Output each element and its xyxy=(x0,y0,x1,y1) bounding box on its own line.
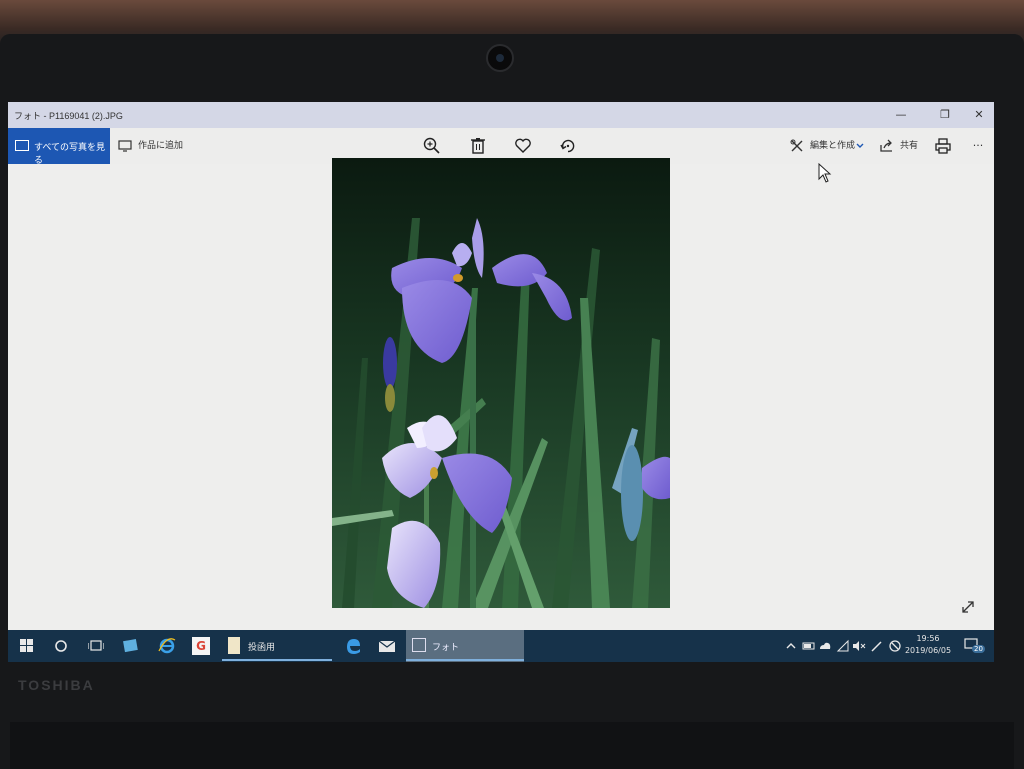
edit-create-label: 編集と作成 xyxy=(810,141,856,151)
share-icon xyxy=(880,139,892,152)
share-button[interactable]: 共有 xyxy=(880,128,924,164)
notification-center-button[interactable]: 20 xyxy=(964,637,985,655)
photos-icon xyxy=(412,638,426,652)
task-view-icon[interactable] xyxy=(88,639,104,662)
taskbar-app-doc-label: 投函用 xyxy=(248,643,276,653)
app-icon-tablet[interactable] xyxy=(122,638,140,662)
zoom-in-icon[interactable] xyxy=(422,136,442,156)
add-to-creation-label: 作品に追加 xyxy=(138,141,184,151)
screen: フォト - P1169041 (2).JPG — ❐ ✕ すべての写真を見る 作… xyxy=(8,102,994,662)
rotate-icon[interactable] xyxy=(558,136,578,156)
active-indicator xyxy=(406,659,524,661)
chevron-down-icon xyxy=(856,143,864,148)
wifi-icon[interactable] xyxy=(836,639,850,653)
pen-icon[interactable] xyxy=(870,639,884,653)
maximize-button[interactable]: ❐ xyxy=(930,105,960,125)
fullscreen-icon[interactable] xyxy=(960,599,976,615)
edit-create-icon xyxy=(790,139,803,152)
all-photos-button[interactable]: すべての写真を見る xyxy=(8,128,110,166)
delete-icon[interactable] xyxy=(468,136,488,156)
heart-icon[interactable] xyxy=(513,136,533,156)
brand-logo: TOSHIBA xyxy=(18,677,95,693)
volume-muted-icon[interactable] xyxy=(852,639,866,653)
taskbar: G 投函用 フォト 19:56 2019/06/05 20 xyxy=(8,630,994,662)
photo-icon xyxy=(15,140,29,151)
onedrive-icon[interactable] xyxy=(818,639,832,653)
add-to-creation-icon xyxy=(118,140,132,152)
print-icon[interactable] xyxy=(933,136,953,156)
taskbar-app-photos[interactable]: フォト xyxy=(406,630,524,662)
webcam-icon xyxy=(486,44,514,72)
add-to-creation-button[interactable]: 作品に追加 xyxy=(118,128,208,164)
more-button[interactable]: ··· xyxy=(968,128,988,164)
mail-icon[interactable] xyxy=(378,638,396,662)
edit-create-button[interactable]: 編集と作成 xyxy=(790,128,870,164)
running-indicator xyxy=(222,659,332,661)
title-bar: フォト - P1169041 (2).JPG — ❐ ✕ xyxy=(8,102,994,128)
clock-date: 2019/06/05 xyxy=(904,646,952,655)
taskbar-app-doc[interactable]: 投函用 xyxy=(222,630,332,662)
photo-iris xyxy=(332,158,670,608)
google-chrome-icon[interactable]: G xyxy=(192,637,210,655)
notification-count-badge: 20 xyxy=(972,645,985,653)
minimize-button[interactable]: — xyxy=(886,105,916,125)
search-icon[interactable] xyxy=(54,639,68,662)
edge-icon[interactable] xyxy=(344,637,362,662)
mouse-cursor-icon xyxy=(818,163,832,183)
windows-start-icon[interactable] xyxy=(20,639,34,662)
clock[interactable]: 19:56 2019/06/05 xyxy=(898,633,958,657)
internet-explorer-icon[interactable] xyxy=(158,637,176,662)
taskbar-app-photos-label: フォト xyxy=(432,643,460,653)
close-button[interactable]: ✕ xyxy=(964,105,994,125)
chevron-up-icon[interactable] xyxy=(784,639,798,653)
clock-time: 19:56 xyxy=(916,634,940,643)
all-photos-label: すべての写真を見る xyxy=(34,143,106,166)
battery-icon[interactable] xyxy=(802,639,816,653)
share-label: 共有 xyxy=(900,141,919,151)
document-icon xyxy=(228,637,240,654)
laptop-hinge xyxy=(10,722,1014,769)
window-title: フォト - P1169041 (2).JPG xyxy=(14,111,123,121)
